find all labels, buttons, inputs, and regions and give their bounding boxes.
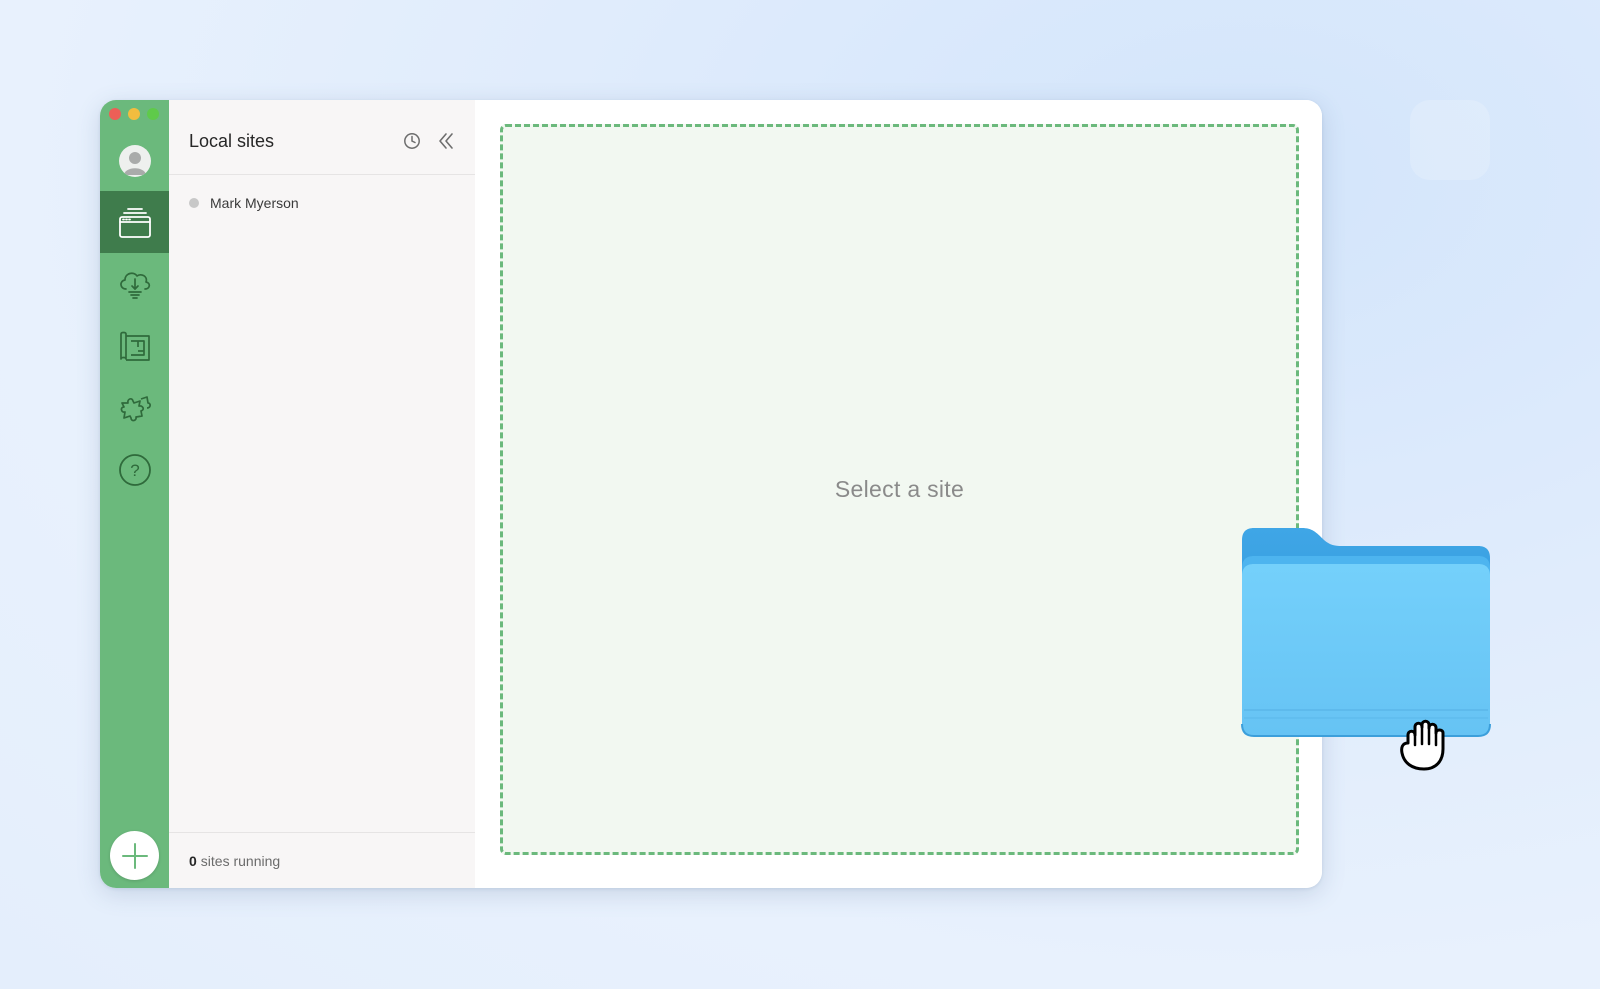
cloud-icon [119,272,150,299]
rail-item-add-ons[interactable] [100,377,169,439]
sites-panel-footer: 0 sites running [169,832,475,888]
window-controls [109,108,159,120]
minimize-window-button[interactable] [128,108,140,120]
site-status-dot [189,198,199,208]
plus-icon [121,842,148,869]
site-name: Mark Myerson [210,195,299,211]
maximize-window-button[interactable] [147,108,159,120]
sidebar-rail: ? [100,100,169,888]
site-list-item[interactable]: Mark Myerson [169,188,475,218]
background-blur [1410,100,1490,180]
double-chevron-left-icon[interactable] [437,132,455,150]
rail-item-connect[interactable] [100,253,169,315]
select-site-placeholder: Select a site [834,476,965,502]
puzzle-icon [120,396,151,422]
sites-running-label: sites running [200,853,281,869]
close-window-button[interactable] [109,108,121,120]
user-avatar-icon[interactable] [119,145,151,177]
sites-panel: Local sites Mark Myerson 0 sites running [169,100,475,888]
add-site-button[interactable] [110,831,159,880]
sites-panel-title: Local sites [189,131,275,151]
folder-icon[interactable] [1240,528,1492,740]
rail-item-help[interactable]: ? [100,439,169,501]
main-content: Select a site [475,100,1322,888]
help-icon: ? [118,454,151,486]
rail-item-blueprints[interactable] [100,315,169,377]
browser-window-icon [118,208,151,238]
sites-panel-header: Local sites [169,100,475,175]
app-window: ? Local sites Mark Myerson 0 sites runni… [100,100,1322,888]
rail-item-local-sites[interactable] [100,191,169,253]
svg-text:?: ? [130,461,139,480]
sites-running-status: 0 sites running [189,853,280,869]
blueprint-icon [119,331,150,361]
site-drop-zone[interactable]: Select a site [500,124,1299,855]
clock-icon[interactable] [403,132,421,150]
grab-hand-cursor-icon [1400,719,1445,771]
sites-running-count: 0 [189,853,197,869]
